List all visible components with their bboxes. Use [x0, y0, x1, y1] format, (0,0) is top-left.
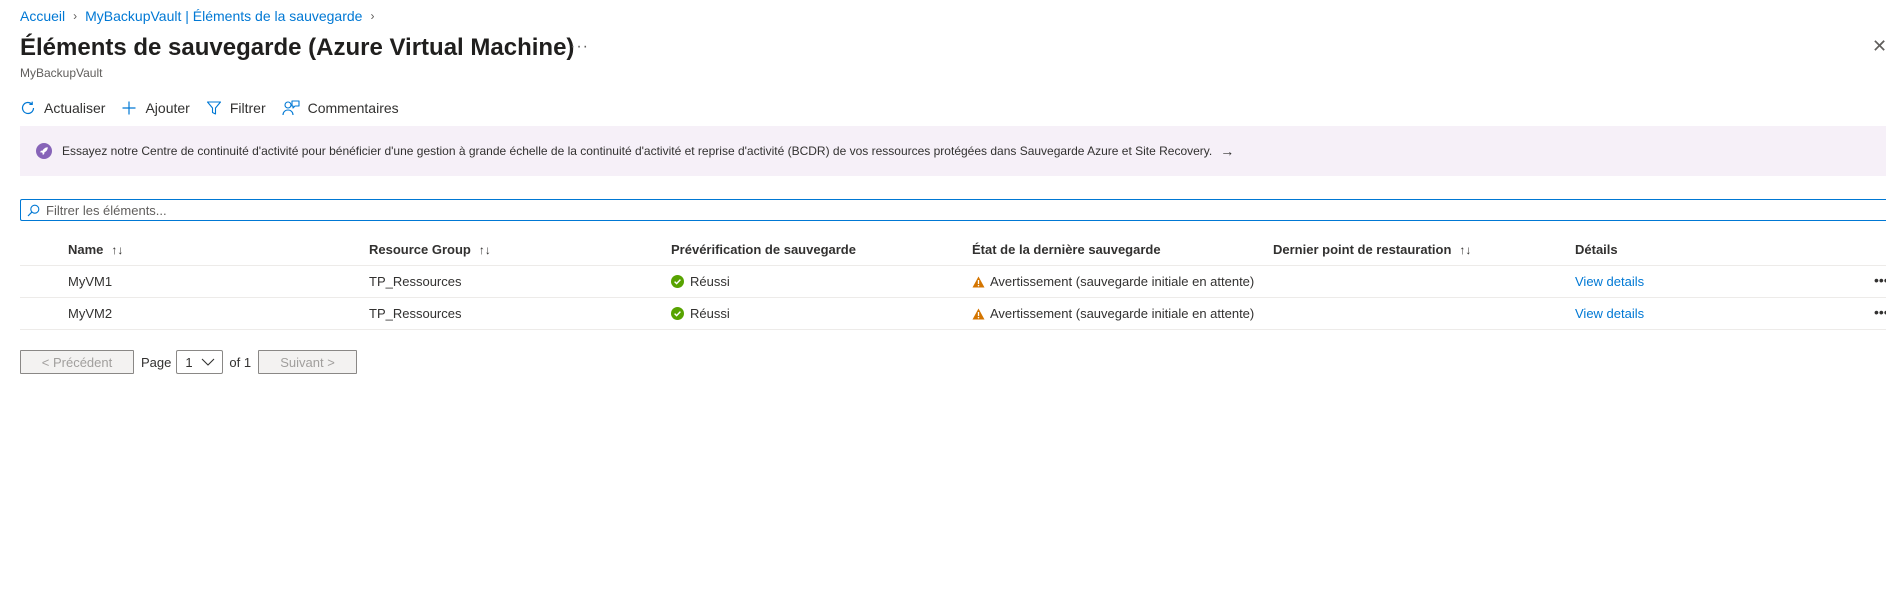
column-header-label: Prévérification de sauvegarde	[671, 242, 856, 257]
filter-button[interactable]: Filtrer	[206, 100, 266, 116]
sort-icon[interactable]: ↑↓	[1459, 243, 1471, 257]
info-banner[interactable]: Essayez notre Centre de continuité d'act…	[20, 126, 1886, 176]
banner-text: Essayez notre Centre de continuité d'act…	[62, 144, 1213, 158]
filter-items-input[interactable]	[46, 202, 1846, 218]
pagination: < Précédent Page 1 of 1 Suivant >	[20, 350, 358, 374]
column-header-label: Name	[68, 242, 104, 257]
breadcrumb-vault-link[interactable]: MyBackupVault | Éléments de la sauvegard…	[85, 8, 362, 24]
cell-last-backup: Avertissement (sauvegarde initiale en at…	[972, 274, 1254, 289]
row-more-options-button[interactable]: •••	[1874, 272, 1886, 288]
page-select[interactable]: 1	[176, 350, 224, 374]
rocket-icon	[36, 143, 52, 159]
filter-label: Filtrer	[229, 100, 266, 116]
column-header-label: Détails	[1575, 242, 1618, 257]
column-header-resource-group[interactable]: Resource Group ↑↓	[369, 242, 491, 257]
view-details-link[interactable]: View details	[1575, 274, 1644, 289]
table-header: Name ↑↓ Resource Group ↑↓ Prévérificatio…	[20, 234, 1886, 266]
column-header-label: État de la dernière sauvegarde	[972, 242, 1161, 257]
arrow-right-icon[interactable]: →	[1220, 143, 1234, 159]
refresh-button[interactable]: Actualiser	[20, 100, 105, 116]
close-icon[interactable]: ✕	[1872, 36, 1886, 57]
sort-icon[interactable]: ↑↓	[479, 243, 491, 257]
refresh-label: Actualiser	[44, 100, 106, 116]
page-select-value: 1	[185, 354, 193, 370]
table-row[interactable]: MyVM1 TP_Ressources Réussi Avertissement…	[20, 266, 1886, 298]
column-header-restore-point[interactable]: Dernier point de restauration ↑↓	[1273, 242, 1471, 257]
feedback-icon	[282, 100, 300, 116]
breadcrumb-home-link[interactable]: Accueil	[20, 8, 65, 24]
row-more-options-button[interactable]: •••	[1874, 304, 1886, 320]
last-backup-status: Avertissement (sauvegarde initiale en at…	[990, 274, 1255, 289]
cell-resource-group: TP_Ressources	[369, 306, 462, 321]
page-title: Éléments de sauvegarde (Azure Virtual Ma…	[20, 34, 575, 61]
view-details-link[interactable]: View details	[1575, 306, 1644, 321]
cell-details: View details	[1575, 274, 1644, 289]
precheck-status: Réussi	[690, 306, 730, 321]
funnel-icon	[206, 101, 221, 115]
search-icon	[27, 204, 40, 216]
breadcrumb: Accueil › MyBackupVault | Éléments de la…	[20, 7, 382, 25]
more-options-button[interactable]: ···	[570, 38, 589, 56]
plus-icon	[122, 101, 136, 115]
add-label: Ajouter	[145, 100, 190, 116]
page-subtitle: MyBackupVault	[20, 66, 103, 80]
column-header-last-backup: État de la dernière sauvegarde	[972, 242, 1161, 257]
page-label: Page	[141, 354, 172, 370]
table-row[interactable]: MyVM2 TP_Ressources Réussi Avertissement…	[20, 298, 1886, 330]
chevron-down-icon	[201, 358, 215, 366]
precheck-status: Réussi	[690, 274, 730, 289]
warning-triangle-icon	[972, 308, 985, 320]
next-page-button[interactable]: Suivant >	[258, 350, 358, 374]
cell-last-backup: Avertissement (sauvegarde initiale en at…	[972, 306, 1254, 321]
chevron-right-icon: ›	[370, 9, 375, 23]
page-count-label: of 1	[229, 354, 252, 370]
column-header-label: Resource Group	[369, 242, 471, 257]
sort-icon[interactable]: ↑↓	[111, 243, 123, 257]
column-header-name[interactable]: Name ↑↓	[68, 242, 123, 257]
feedback-button[interactable]: Commentaires	[282, 100, 399, 116]
backup-items-table: Name ↑↓ Resource Group ↑↓ Prévérificatio…	[20, 234, 1886, 330]
column-header-details: Détails	[1575, 242, 1618, 257]
cell-resource-group: TP_Ressources	[369, 274, 462, 289]
chevron-right-icon: ›	[73, 9, 78, 23]
filter-items-box[interactable]	[20, 199, 1886, 221]
cell-name: MyVM2	[68, 306, 113, 321]
cell-name: MyVM1	[68, 274, 113, 289]
cell-precheck: Réussi	[671, 274, 730, 289]
feedback-label: Commentaires	[307, 100, 399, 116]
checkmark-circle-icon	[671, 275, 684, 288]
column-header-label: Dernier point de restauration	[1273, 242, 1452, 257]
refresh-icon	[21, 101, 35, 115]
command-bar: Actualiser Ajouter Filtrer Commentaires	[20, 96, 415, 120]
cell-precheck: Réussi	[671, 306, 730, 321]
last-backup-status: Avertissement (sauvegarde initiale en at…	[990, 306, 1255, 321]
checkmark-circle-icon	[671, 307, 684, 320]
add-button[interactable]: Ajouter	[121, 100, 190, 116]
previous-page-button[interactable]: < Précédent	[20, 350, 134, 374]
warning-triangle-icon	[972, 276, 985, 288]
column-header-precheck: Prévérification de sauvegarde	[671, 242, 856, 257]
cell-details: View details	[1575, 306, 1644, 321]
